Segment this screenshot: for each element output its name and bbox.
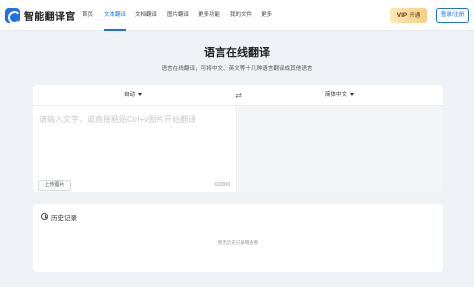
- target-language-select[interactable]: 简体中文: [325, 85, 355, 106]
- history-empty-text: 暂无历史记录哦查看: [217, 240, 259, 245]
- language-bar: 自动 ⇄ 简体中文: [33, 85, 443, 106]
- char-counter: 0/2000: [214, 182, 230, 188]
- history-header: 历史记录: [41, 212, 77, 222]
- nav-item-text-translate[interactable]: 文本翻译: [104, 0, 127, 31]
- logo-icon: [5, 8, 21, 24]
- nav-item-home[interactable]: 首页: [82, 0, 93, 31]
- chevron-down-icon: [138, 93, 143, 97]
- source-text-input[interactable]: [33, 106, 236, 176]
- history-card: 历史记录 暂无历史记录哦查看: [33, 204, 443, 272]
- source-language-select[interactable]: 自动: [124, 85, 143, 106]
- page-subtitle: 语言在线翻译，可将中文、英文等十几种语言翻译成其他语言: [161, 66, 313, 72]
- source-panel: 上传图片 0/2000: [33, 106, 237, 192]
- vip-label: 开通: [409, 13, 421, 19]
- swap-icon[interactable]: ⇄: [234, 91, 243, 100]
- nav-item-more-features[interactable]: 更多功能: [198, 0, 220, 31]
- source-language-label: 自动: [124, 92, 136, 98]
- vip-badge: VIP: [396, 12, 408, 19]
- nav-item-my-files[interactable]: 我的文件: [230, 0, 252, 31]
- nav-item-doc-translate[interactable]: 文档翻译: [135, 0, 157, 31]
- chevron-down-icon: [350, 93, 355, 97]
- history-title: 历史记录: [51, 214, 77, 222]
- logo[interactable]: 智能翻译官: [5, 7, 76, 24]
- page-title: 语言在线翻译: [204, 47, 270, 59]
- top-navigation-bar: 智能翻译官 首页 文本翻译 文档翻译 图片翻译 更多功能 我的文件 更多 VIP…: [0, 0, 474, 31]
- nav-item-more[interactable]: 更多: [261, 0, 272, 31]
- translator-card: 自动 ⇄ 简体中文 上传图片 0/2000: [33, 85, 443, 192]
- clock-icon: [41, 213, 48, 220]
- vip-button[interactable]: VIP 开通: [390, 8, 427, 23]
- target-language-label: 简体中文: [325, 92, 348, 98]
- target-panel: [238, 106, 443, 192]
- nav-item-image-translate[interactable]: 图片翻译: [167, 0, 189, 31]
- app-name: 智能翻译官: [24, 12, 76, 23]
- login-button[interactable]: 登录/注册: [436, 8, 469, 23]
- upload-image-button[interactable]: 上传图片: [38, 180, 71, 191]
